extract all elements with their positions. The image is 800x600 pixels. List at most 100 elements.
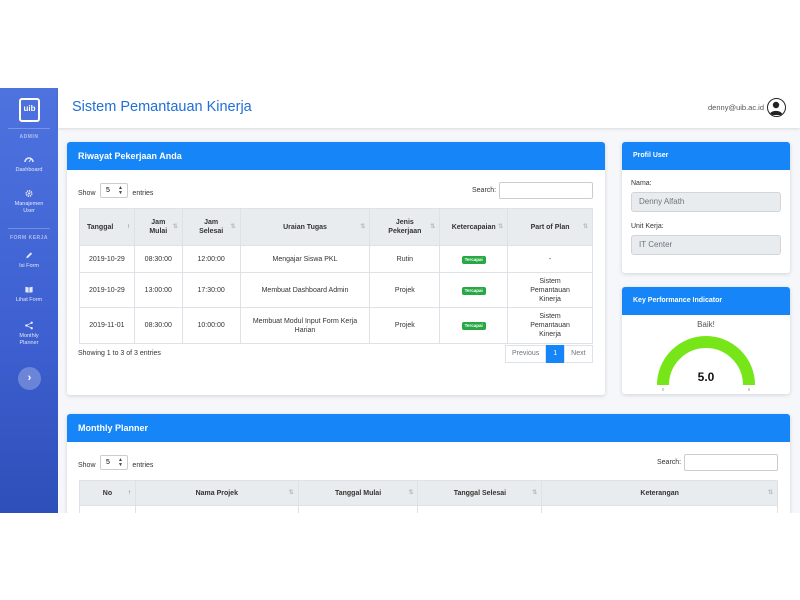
column-header-label: Part of Plan [530,223,570,231]
entries-select[interactable]: 5 ▲ ▼ [99,183,128,199]
status-badge: Tercapai [461,286,486,295]
sidebar-item-lihat-form[interactable]: Lihat Form [0,285,58,304]
column-header-tanggal-selesai[interactable]: Tanggal Selesai ⇅ [417,480,543,506]
sidebar-item-label: Manajemen User [14,201,44,214]
sidebar-item-dashboard[interactable]: Dashboard [0,155,58,174]
sort-icon: ⇅ [172,224,178,230]
avatar[interactable] [767,98,786,117]
profil-card-title: Profil User [622,142,790,170]
column-header-no[interactable]: No ↑ [79,480,136,506]
column-header-label: Jam Mulai [149,219,168,235]
planner-search-label: Search: [657,459,682,466]
share-icon [25,321,33,330]
column-header-nama-projek[interactable]: Nama Projek ⇅ [134,480,299,506]
table-cell [417,505,543,513]
show-label: Show [78,190,96,197]
cell-uraian-text: Membuat Modul Input Form Kerja Harian [252,317,358,334]
cell-uraian: Mengajar Siswa PKL [239,245,371,273]
riwayat-card: Riwayat Pekerjaan Anda Show 5 ▲ ▼ entries … [67,142,605,395]
table-row: 2019-10-29 08:30:00 12:00:00 Mengajar Si… [79,245,593,273]
user-email[interactable]: denny@uib.ac.id [708,103,764,112]
sort-icon: ⇅ [360,224,366,230]
column-header-label: Tanggal Selesai [453,489,507,497]
cell-jam-mulai: 08:30:00 [133,245,183,273]
sidebar-divider [8,128,50,129]
column-header-jam-selesai[interactable]: Jam Selesai ⇅ [181,208,241,246]
sidebar-heading-form-kerja: FORM KERJA [9,235,49,241]
sidebar-item-label: Monthly Planner [19,333,39,346]
column-header-keterangan[interactable]: Keterangan ⇅ [541,480,778,506]
entries-label: entries [132,462,154,469]
cell-jam-selesai: 17:30:00 [181,272,241,308]
cell-jam-selesai: 10:00:00 [181,307,241,344]
page-button-1[interactable]: 1 [546,345,565,363]
gauge-value: 5.0 [698,370,715,384]
table-row: 2019-11-01 08:30:00 10:00:00 Membuat Mod… [79,307,593,344]
table-row: 2019-10-29 13:00:00 17:30:00 Membuat Das… [79,272,593,308]
column-header-part-of-plan[interactable]: Part of Plan ⇅ [507,208,593,246]
nama-field[interactable]: Denny Alfath [631,192,781,212]
cell-jenis: Rutin [369,245,441,273]
cell-jenis: Projek [369,272,441,308]
sidebar-item-isi-form[interactable]: Isi Form [0,251,58,270]
uib-logo[interactable]: uib [19,98,40,122]
select-arrows-icon: ▲ ▼ [118,457,123,469]
column-header-jenis-pekerjaan[interactable]: Jenis Pekerjaan ⇅ [369,208,441,246]
cell-plan-text: Sistem Pemantauan Kinerja [530,277,570,303]
entries-label: entries [132,190,154,197]
column-header-label: Tanggal Mulai [334,489,382,497]
table-row [79,505,778,513]
user-circle-icon [769,101,783,115]
kpi-gauge: 5.0 0 5 [657,336,755,391]
sidebar-toggle-button[interactable]: › [18,367,41,390]
entries-select-value: 5 [105,187,110,195]
status-badge: Tercapai [461,322,486,330]
page-title: Sistem Pemantauan Kinerja [72,99,252,115]
cell-plan: Sistem Pemantauan Kinerja [507,307,593,344]
cell-jam-mulai: 08:30:00 [133,307,183,344]
sidebar: uib ADMIN Dashboard Manajemen User FORM … [0,88,58,513]
sidebar-item-monthly-planner[interactable]: Monthly Planner [0,321,58,347]
previous-page-button[interactable]: Previous [505,345,547,363]
kpi-card-title: Key Performance Indicator [622,287,790,315]
column-header-label: Nama Projek [195,489,238,497]
cell-uraian: Membuat Dashboard Admin [239,272,371,308]
planner-table: No ↑ Nama Projek ⇅ Tanggal Mulai ⇅ Tanggal … [79,480,778,513]
column-header-tanggal[interactable]: Tanggal ↑ [79,208,135,246]
dashboard-icon [24,157,34,163]
column-header-tanggal-mulai[interactable]: Tanggal Mulai ⇅ [297,480,419,506]
cell-ketercapaian: Tercapai [439,307,509,344]
sort-icon: ⇅ [767,490,773,496]
planner-entries-select[interactable]: 5 ▲ ▼ [99,455,128,471]
planner-entries-length-control: Show 5 ▲ ▼ entries [78,454,153,472]
unit-kerja-label: Unit Kerja: [631,223,664,230]
sidebar-item-label: Dashboard [15,167,43,173]
next-page-button[interactable]: Next [564,345,593,363]
cell-tanggal: 2019-10-29 [79,245,135,273]
riwayat-card-title: Riwayat Pekerjaan Anda [67,142,605,170]
entries-length-control: Show 5 ▲ ▼ entries [78,182,153,200]
table-cell [79,505,136,513]
column-header-jam-mulai[interactable]: Jam Mulai ⇅ [133,208,183,246]
column-header-uraian-tugas[interactable]: Uraian Tugas ⇅ [239,208,371,246]
monthly-planner-card: Monthly Planner Show 5 ▲ ▼ entries Search:… [67,414,790,513]
profil-user-card: Profil User Nama: Denny Alfath Unit Kerj… [622,142,790,273]
kpi-card: Key Performance Indicator Baik! 5.0 0 5 [622,287,790,394]
sort-icon: ⇅ [408,490,414,496]
sort-icon: ⇅ [582,224,588,230]
pencil-icon [26,252,33,259]
cell-plan: - [507,245,593,273]
cell-ketercapaian: Tercapai [439,272,509,308]
search-input[interactable] [499,182,593,199]
sidebar-divider [8,228,50,229]
cell-uraian: Membuat Modul Input Form Kerja Harian [239,307,371,344]
gauge-min-label: 0 [662,387,665,391]
unit-kerja-field[interactable]: IT Center [631,235,781,255]
sort-icon: ↑ [126,224,130,230]
column-header-ketercapaian[interactable]: Ketercapaian ⇅ [439,208,509,246]
planner-search-input[interactable] [684,454,778,471]
table-cell [297,505,419,513]
sidebar-item-manajemen-user[interactable]: Manajemen User [0,189,58,215]
table-cell [134,505,299,513]
cell-jam-mulai: 13:00:00 [133,272,183,308]
